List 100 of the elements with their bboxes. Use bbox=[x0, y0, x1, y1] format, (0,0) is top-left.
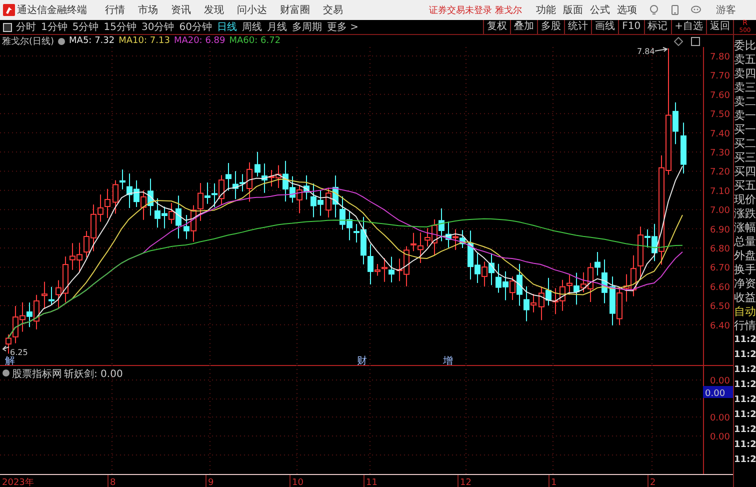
gear-icon[interactable] bbox=[58, 38, 66, 44]
period-tab[interactable]: 月线 bbox=[266, 20, 287, 34]
value-tick-label: 0.00 bbox=[710, 432, 730, 443]
gear-icon bbox=[2, 370, 10, 377]
panel-toggle-icon[interactable] bbox=[3, 22, 12, 32]
date-label: 12 bbox=[460, 478, 472, 487]
price-tick-label: 7.20 bbox=[710, 168, 730, 178]
price-tick-label: 6.40 bbox=[710, 321, 730, 332]
period-tab[interactable]: 分时 bbox=[16, 20, 36, 34]
window-icon[interactable] bbox=[691, 36, 700, 46]
low-price-label: 6.25 bbox=[10, 348, 28, 357]
quote-label: 买二 bbox=[734, 137, 756, 151]
arrow-icon bbox=[2, 346, 10, 352]
menu-item[interactable]: 市场 bbox=[138, 3, 158, 17]
quote-label: 现价 bbox=[734, 193, 756, 207]
quote-label: 卖一 bbox=[734, 109, 756, 123]
value-tick-label: 0.00 bbox=[710, 376, 730, 387]
indicator-value: MA10: 7.13 bbox=[118, 36, 170, 46]
quote-label: 委比 bbox=[734, 39, 756, 53]
date-label: 1 bbox=[551, 478, 557, 487]
quote-label: 买三 bbox=[734, 151, 756, 165]
menu-item[interactable]: 发现 bbox=[204, 3, 224, 17]
current-value-tag: 0.00 bbox=[703, 386, 733, 400]
price-tick-label: 7.70 bbox=[710, 72, 730, 82]
quote-label: 涨跌 bbox=[734, 207, 756, 221]
price-tick-label: 7.30 bbox=[710, 148, 730, 158]
menu-item[interactable]: 选项 bbox=[616, 3, 637, 17]
quote-label: 卖二 bbox=[734, 95, 756, 109]
quote-label: 换手 bbox=[734, 263, 756, 277]
date-label: 9 bbox=[208, 478, 214, 487]
event-marker: 增 bbox=[443, 356, 453, 366]
logo-icon bbox=[3, 4, 15, 16]
trade-time: 11:2 bbox=[734, 349, 756, 362]
login-status: 证券交易未登录 雅戈尔 bbox=[429, 4, 522, 16]
chart-title: 雅戈尔(日线) bbox=[2, 36, 54, 48]
price-tick-label: 7.50 bbox=[710, 110, 730, 120]
bulb-icon[interactable] bbox=[648, 5, 659, 15]
chat-icon[interactable] bbox=[690, 5, 701, 15]
period-tab[interactable]: 日线 bbox=[216, 20, 237, 34]
menu-item[interactable]: 财富圈 bbox=[280, 3, 310, 17]
event-marker: 解 bbox=[5, 356, 15, 366]
menu-item[interactable]: 交易 bbox=[323, 3, 343, 17]
period-tab[interactable]: 5分钟 bbox=[72, 20, 99, 34]
menu-item[interactable]: 公式 bbox=[590, 3, 610, 17]
quote-label[interactable]: 自动 bbox=[734, 305, 756, 319]
date-label: 2 bbox=[650, 478, 656, 487]
indicator-value: MA5: 7.32 bbox=[69, 36, 115, 46]
quote-label: 外盘 bbox=[734, 249, 756, 263]
period-tab[interactable]: 15分钟 bbox=[104, 20, 136, 34]
price-tick-label: 7.10 bbox=[710, 186, 730, 197]
price-tick-label: 7.00 bbox=[710, 206, 730, 216]
toolbar-button[interactable]: +自选 bbox=[670, 20, 706, 34]
date-label: 2023年 bbox=[2, 478, 34, 487]
period-tab[interactable]: 1分钟 bbox=[41, 20, 68, 34]
period-tab[interactable]: 60分钟 bbox=[179, 20, 212, 34]
trade-time: 11:2 bbox=[734, 424, 756, 437]
trade-time: 11:2 bbox=[734, 454, 756, 467]
price-tick-label: 6.90 bbox=[710, 225, 730, 236]
trade-time: 11:2 bbox=[734, 364, 756, 377]
trade-time: 11:2 bbox=[734, 334, 756, 347]
arrow-icon bbox=[654, 47, 668, 52]
trade-time: 11:2 bbox=[734, 379, 756, 392]
price-tick-label: 6.60 bbox=[710, 282, 730, 293]
price-tick-label: 7.80 bbox=[710, 52, 730, 62]
diamond-icon[interactable] bbox=[674, 36, 683, 46]
price-tick-label: 7.40 bbox=[710, 129, 730, 140]
quote-label: 卖三 bbox=[734, 81, 756, 95]
trade-time: 11:2 bbox=[734, 394, 756, 407]
user-name[interactable]: 游客 bbox=[716, 3, 736, 17]
menu-item[interactable]: 问小达 bbox=[237, 3, 267, 17]
event-marker: 财 bbox=[357, 356, 367, 366]
menu-item[interactable]: 功能 bbox=[536, 3, 556, 17]
period-tab[interactable]: 周线 bbox=[242, 20, 262, 34]
quote-label: 买一 bbox=[734, 123, 756, 137]
price-tick-label: 6.50 bbox=[710, 302, 730, 312]
quote-label: 行情 bbox=[734, 319, 756, 333]
high-price-label: 7.84 bbox=[637, 47, 655, 56]
app-title: 通达信金融终端 bbox=[17, 4, 88, 17]
quote-label: 买四 bbox=[734, 165, 756, 179]
price-tick-label: 6.80 bbox=[710, 244, 730, 254]
quote-label: 收益 bbox=[734, 291, 756, 305]
date-label: 10 bbox=[292, 478, 304, 487]
menu-item[interactable]: 版面 bbox=[562, 3, 583, 17]
period-tab[interactable]: 更多 > bbox=[326, 20, 359, 34]
menu-item[interactable]: 行情 bbox=[105, 3, 125, 17]
quote-label: 卖五 bbox=[734, 53, 756, 67]
menu-item[interactable]: 资讯 bbox=[171, 3, 191, 17]
quote-label: 涨幅 bbox=[734, 221, 756, 235]
trade-time: 11:2 bbox=[734, 409, 756, 422]
price-tick-label: 7.60 bbox=[710, 90, 730, 101]
quote-label: 总量 bbox=[734, 235, 756, 249]
indicator-name: 股票指标网 bbox=[12, 369, 62, 380]
period-tab[interactable]: 30分钟 bbox=[141, 20, 174, 34]
date-label: 8 bbox=[110, 478, 116, 487]
quote-label: 卖四 bbox=[734, 67, 756, 81]
phone-icon[interactable] bbox=[670, 5, 680, 15]
quote-label: 买五 bbox=[734, 179, 756, 193]
trade-time: 11:2 bbox=[734, 439, 756, 452]
indicator-value: MA20: 6.89 bbox=[174, 36, 226, 46]
period-tab[interactable]: 多周期 bbox=[292, 20, 322, 34]
